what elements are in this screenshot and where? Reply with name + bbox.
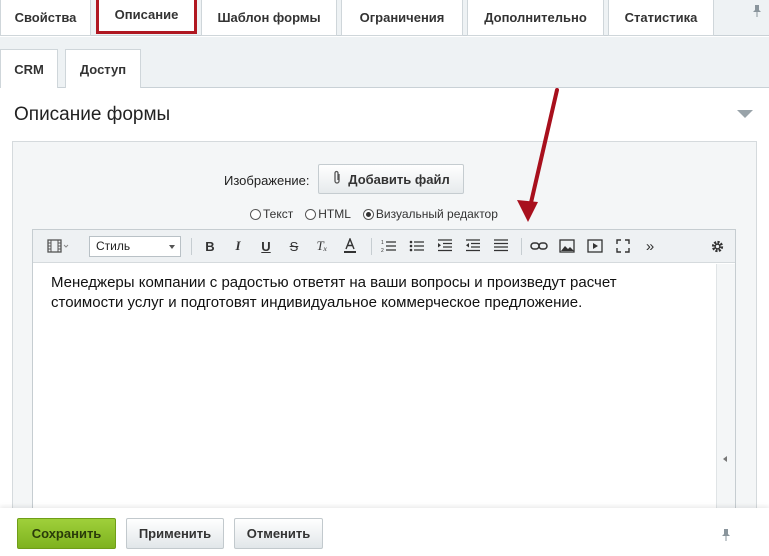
- annotation-arrow-head: [517, 200, 538, 222]
- apply-label: Применить: [138, 526, 212, 541]
- annotation-arrow: [517, 88, 559, 222]
- cancel-button[interactable]: Отменить: [234, 518, 323, 549]
- save-button[interactable]: Сохранить: [17, 518, 116, 549]
- annotation-arrow-line: [528, 88, 559, 209]
- pin-icon[interactable]: [720, 528, 732, 545]
- save-label: Сохранить: [31, 526, 102, 541]
- footer-bar: Сохранить Применить Отменить: [0, 508, 769, 556]
- apply-button[interactable]: Применить: [126, 518, 224, 549]
- cancel-label: Отменить: [246, 526, 311, 541]
